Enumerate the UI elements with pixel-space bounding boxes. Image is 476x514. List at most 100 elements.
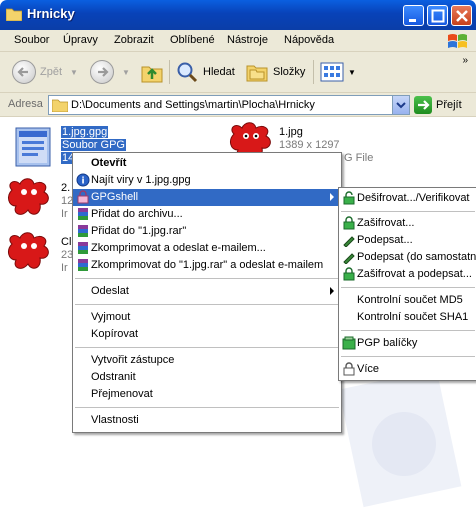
file-name: Cl xyxy=(61,236,72,248)
pen-icon xyxy=(343,236,355,247)
folders-label: Složky xyxy=(273,66,306,78)
menu-item-label: Odstranit xyxy=(91,371,136,383)
submenu-item-encrypt[interactable]: Zašifrovat... xyxy=(339,215,476,232)
menu-item-compress-rar-email[interactable]: Zkomprimovat do "1.jpg.rar" a odeslat e-… xyxy=(73,257,341,274)
views-button[interactable]: ▼ xyxy=(319,59,356,85)
menu-item-add-rar[interactable]: Přidat do "1.jpg.rar" xyxy=(73,223,341,240)
menu-item-label: Dešifrovat.../Verifikovat xyxy=(357,192,470,204)
chevron-down-icon xyxy=(396,102,406,109)
up-button[interactable] xyxy=(140,59,164,85)
submenu-item-sign[interactable]: Podepsat... xyxy=(339,232,476,249)
submenu-item-sign-detached[interactable]: Podepsat (do samostatné xyxy=(339,249,476,266)
menu-nastroje[interactable]: Nástroje xyxy=(227,34,268,46)
maximize-button[interactable] xyxy=(427,5,448,26)
submenu-item-encrypt-sign[interactable]: Zašifrovat a podepsat... xyxy=(339,266,476,283)
image-file-icon xyxy=(8,232,49,269)
maximize-icon xyxy=(431,9,445,23)
menu-soubor[interactable]: Soubor xyxy=(14,34,49,46)
title-bar[interactable]: Hrnicky xyxy=(0,0,476,30)
window-title: Hrnicky xyxy=(27,6,75,21)
back-label: Zpět xyxy=(40,66,63,78)
lock-icon xyxy=(343,216,355,230)
lock-icon xyxy=(77,190,89,204)
menu-item-label: Zkomprimovat a odeslat e-mailem... xyxy=(91,242,266,254)
submenu-item-decrypt-verify[interactable]: Dešifrovat.../Verifikovat xyxy=(339,190,476,207)
back-dropdown-icon[interactable]: ▼ xyxy=(70,68,78,77)
menu-item-label: Vlastnosti xyxy=(91,414,139,426)
menu-zobrazit[interactable]: Zobrazit xyxy=(114,34,154,46)
rar-icon xyxy=(78,208,88,220)
lock-icon xyxy=(343,362,355,376)
search-label: Hledat xyxy=(203,66,235,78)
forward-button[interactable]: ▼ xyxy=(90,59,130,85)
menu-item-label: Více xyxy=(357,363,380,375)
windows-logo-icon xyxy=(448,34,467,48)
menu-item-cut[interactable]: Vyjmout xyxy=(73,309,341,326)
rar-icon xyxy=(78,225,88,237)
address-dropdown-button[interactable] xyxy=(392,96,409,114)
submenu-item-pgp-packets[interactable]: PGP balíčky xyxy=(339,335,476,352)
menu-item-label: Přidat do archivu... xyxy=(91,208,183,220)
minimize-button[interactable] xyxy=(403,5,424,26)
submenu-item-more[interactable]: Více xyxy=(339,361,476,378)
file-type: G File xyxy=(344,152,374,164)
folder-icon xyxy=(52,99,68,112)
menu-item-label: Najít viry v 1.jpg.gpg xyxy=(91,174,191,186)
context-menu: Otevřít i Najít viry v 1.jpg.gpg GPGshel… xyxy=(72,152,342,433)
svg-text:i: i xyxy=(81,177,84,187)
watermark-logo xyxy=(340,368,462,508)
folder-icon xyxy=(6,8,22,21)
menu-item-label: Přidat do "1.jpg.rar" xyxy=(91,225,187,237)
search-button[interactable]: Hledat xyxy=(175,59,235,85)
menu-item-rename[interactable]: Přejmenovat xyxy=(73,386,341,403)
toolbar: Zpět ▼ ▼ Hledat Složky ▼ » xyxy=(0,52,476,93)
menu-napoveda[interactable]: Nápověda xyxy=(284,34,334,46)
menu-item-delete[interactable]: Odstranit xyxy=(73,369,341,386)
menu-item-scan-viruses[interactable]: i Najít viry v 1.jpg.gpg xyxy=(73,172,341,189)
menu-bar: Soubor Úpravy Zobrazit Oblíbené Nástroje… xyxy=(0,30,476,52)
menu-item-label: Kopírovat xyxy=(91,328,139,340)
close-button[interactable] xyxy=(451,5,472,26)
views-dropdown-icon[interactable]: ▼ xyxy=(348,68,356,77)
scan-icon: i xyxy=(76,173,90,187)
menu-item-copy[interactable]: Kopírovat xyxy=(73,326,341,343)
menu-item-add-archive[interactable]: Přidat do archivu... xyxy=(73,206,341,223)
file-type: Ir xyxy=(61,208,68,220)
address-path: D:\Documents and Settings\martin\Plocha\… xyxy=(71,99,315,111)
submenu-item-sha1[interactable]: Kontrolní součet SHA1 xyxy=(339,309,476,326)
folders-button[interactable]: Složky xyxy=(245,59,305,85)
menu-upravy[interactable]: Úpravy xyxy=(63,34,98,46)
menu-item-label: Zašifrovat... xyxy=(357,217,415,229)
back-button[interactable]: Zpět ▼ xyxy=(12,59,78,85)
menu-item-properties[interactable]: Vlastnosti xyxy=(73,412,341,429)
submenu-item-md5[interactable]: Kontrolní součet MD5 xyxy=(339,292,476,309)
menu-item-label: Podepsat (do samostatné xyxy=(357,251,476,263)
forward-dropdown-icon[interactable]: ▼ xyxy=(122,68,130,77)
menu-item-compress-email[interactable]: Zkomprimovat a odeslat e-mailem... xyxy=(73,240,341,257)
address-field[interactable]: D:\Documents and Settings\martin\Plocha\… xyxy=(48,95,410,115)
gpgshell-submenu: Dešifrovat.../Verifikovat Zašifrovat... … xyxy=(338,187,476,381)
close-icon xyxy=(456,10,468,22)
package-icon xyxy=(342,336,356,350)
menu-item-label: Vyjmout xyxy=(91,311,131,323)
toolbar-overflow-icon[interactable]: » xyxy=(462,55,468,66)
menu-item-gpgshell[interactable]: GPGshell xyxy=(73,189,341,206)
menu-item-label: Kontrolní součet SHA1 xyxy=(357,311,469,323)
pen-icon xyxy=(343,253,355,264)
file-name: 1.jpg.gpg xyxy=(61,126,109,138)
file-type: Ir xyxy=(61,262,68,274)
go-button[interactable]: Přejít xyxy=(414,96,462,114)
file-dimensions: 1389 x 1297 xyxy=(279,139,340,151)
menu-item-create-shortcut[interactable]: Vytvořit zástupce xyxy=(73,352,341,369)
minimize-icon xyxy=(409,19,416,22)
rar-icon xyxy=(78,242,88,254)
lock-icon xyxy=(343,267,355,281)
search-icon xyxy=(177,62,198,83)
menu-item-label: Kontrolní součet MD5 xyxy=(357,294,463,306)
menu-item-open[interactable]: Otevřít xyxy=(73,155,341,172)
menu-oblibene[interactable]: Oblíbené xyxy=(170,34,215,46)
menu-item-send-to[interactable]: Odeslat xyxy=(73,283,341,300)
go-icon xyxy=(414,96,432,114)
menu-item-label: Vytvořit zástupce xyxy=(91,354,175,366)
folders-icon xyxy=(246,65,268,82)
